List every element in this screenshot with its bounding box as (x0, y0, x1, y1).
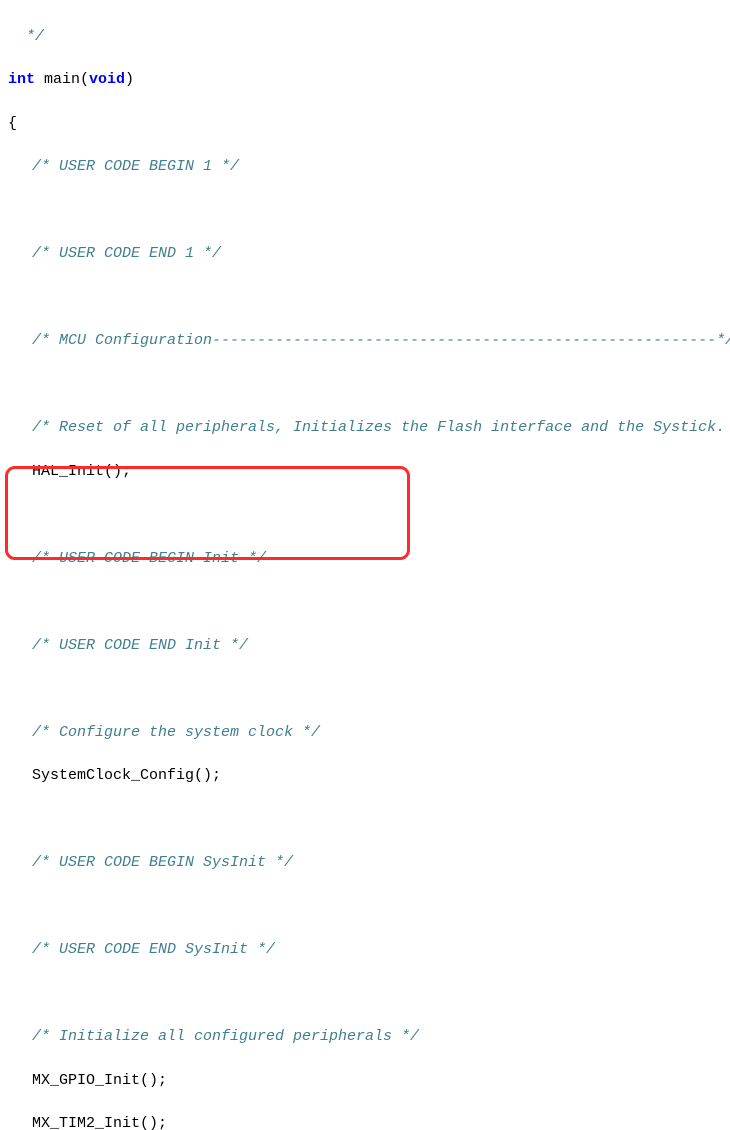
code-line: int main(void) (8, 69, 730, 91)
code-comment: /* USER CODE BEGIN SysInit */ (8, 852, 730, 874)
keyword-int: int (8, 71, 35, 88)
blank-line (8, 678, 730, 700)
brace-open: { (8, 113, 730, 135)
blank-line (8, 896, 730, 918)
code-comment: /* MCU Configuration--------------------… (8, 330, 730, 352)
code-statement: MX_TIM2_Init(); (8, 1113, 730, 1130)
blank-line (8, 809, 730, 831)
code-statement: HAL_Init(); (8, 461, 730, 483)
code-statement: MX_GPIO_Init(); (8, 1070, 730, 1092)
signature-part: ) (125, 71, 134, 88)
code-comment: /* USER CODE END Init */ (8, 635, 730, 657)
blank-line (8, 287, 730, 309)
blank-line (8, 591, 730, 613)
signature-part: main( (35, 71, 89, 88)
code-comment: /* USER CODE BEGIN Init */ (8, 548, 730, 570)
code-comment: /* USER CODE BEGIN 1 */ (8, 156, 730, 178)
code-comment: /* USER CODE END SysInit */ (8, 939, 730, 961)
blank-line (8, 504, 730, 526)
blank-line (8, 374, 730, 396)
code-editor: */ int main(void) { /* USER CODE BEGIN 1… (8, 4, 730, 1130)
code-comment: /* Reset of all peripherals, Initializes… (8, 417, 730, 439)
blank-line (8, 983, 730, 1005)
code-comment: /* Initialize all configured peripherals… (8, 1026, 730, 1048)
blank-line (8, 200, 730, 222)
code-statement: SystemClock_Config(); (8, 765, 730, 787)
code-comment: /* Configure the system clock */ (8, 722, 730, 744)
code-comment: /* USER CODE END 1 */ (8, 243, 730, 265)
keyword-void: void (89, 71, 125, 88)
code-line: */ (8, 26, 730, 48)
